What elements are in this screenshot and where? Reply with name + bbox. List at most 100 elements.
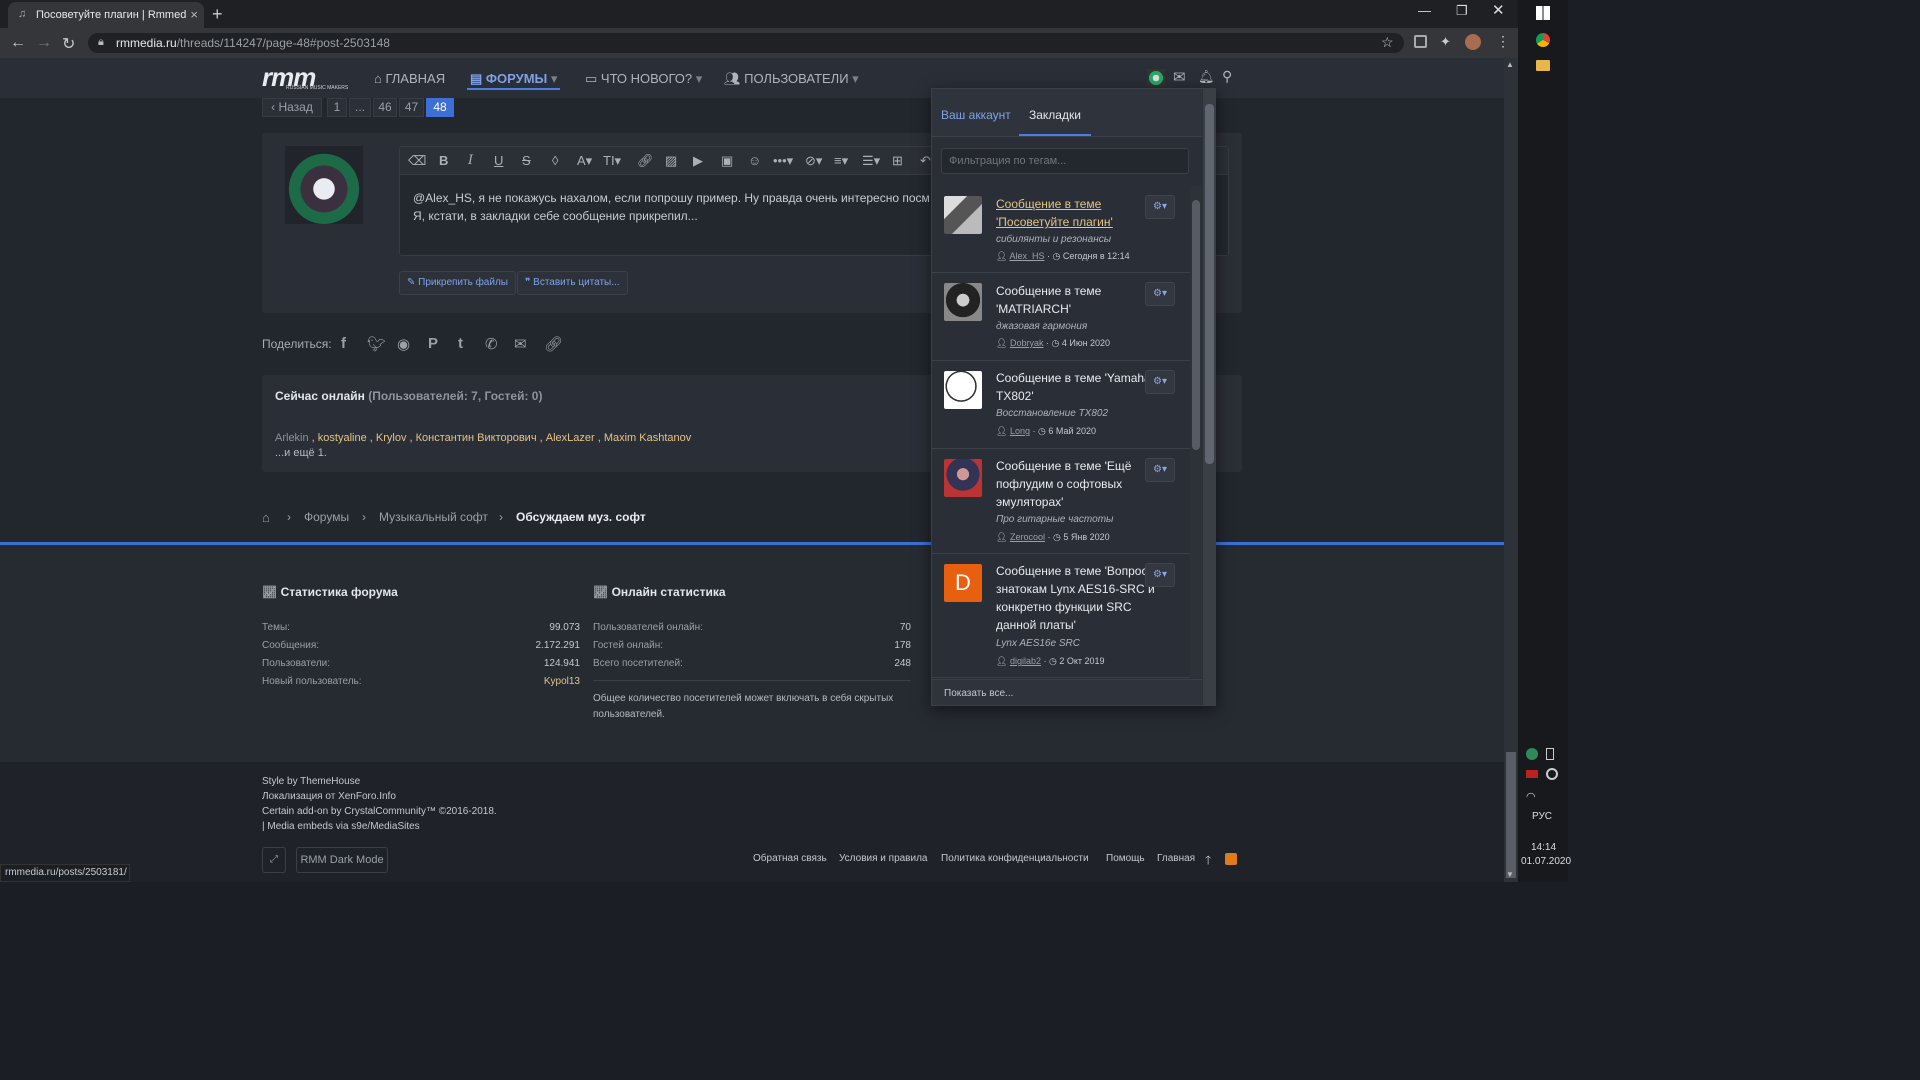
xenforo-info-link[interactable]: XenForo.Info [338,791,396,802]
forward-icon[interactable]: → [36,34,52,52]
scroll-down-icon[interactable]: ▼ [1506,870,1514,879]
media-icon[interactable]: ▣ [721,153,733,169]
page-ellipsis[interactable]: ... [349,98,371,117]
gear-icon[interactable]: ⚙▾ [1145,370,1175,394]
bookmark-avatar[interactable] [944,371,982,409]
italic-icon[interactable]: I [468,153,473,168]
footer-link-home[interactable]: Главная [1157,853,1195,864]
tumblr-icon[interactable]: t [458,335,463,352]
chevron-down-icon[interactable]: ▾ [849,71,859,86]
page-link[interactable]: 47 [399,98,424,117]
bookmark-avatar-letter[interactable]: D [944,564,982,602]
page-link[interactable]: 46 [373,98,397,117]
color-icon[interactable]: ◊ [552,153,558,168]
bookmark-title[interactable]: Сообщение в теме 'Посоветуйте плагин' [996,195,1166,231]
tab-close-icon[interactable]: × [190,7,198,22]
footer-link-privacy[interactable]: Политика конфиденциальности [941,853,1089,864]
bookmark-author[interactable]: Zerocool [1010,532,1045,542]
page-scrollbar-thumb[interactable] [1506,752,1516,878]
online-user[interactable]: Arlekin [275,432,309,444]
email-icon[interactable]: ✉ [514,335,527,353]
nav-forums[interactable]: ▤ ФОРУМЫ ▾ [470,71,557,87]
user-avatar[interactable] [1147,69,1165,87]
style-chooser-button[interactable]: RMM Dark Mode [296,847,388,873]
twitter-icon[interactable]: 🐦︎ [367,335,386,353]
search-icon[interactable]: ⚲ [1222,68,1232,85]
bookmark-title[interactable]: Сообщение в теме 'Yamaha TX802' [996,369,1166,405]
restore-button[interactable]: ❐ [1456,3,1468,19]
breadcrumb-music-soft[interactable]: Музыкальный софт [379,510,488,524]
link-icon[interactable]: 🔗︎ [637,153,654,169]
online-user[interactable]: Константин Викторович [416,432,537,444]
bookmarks-scrollbar-thumb[interactable] [1192,200,1200,450]
hide-icon[interactable]: ⊘▾ [805,153,822,169]
show-all-link[interactable]: Показать все... [932,679,1202,705]
font-size-icon[interactable]: TI▾ [603,153,621,169]
more-icon[interactable]: •••▾ [773,153,793,169]
tray-battery-icon[interactable] [1546,748,1554,760]
bookmark-avatar[interactable] [944,196,982,234]
tray-time[interactable]: 14:14 [1531,842,1556,853]
address-url[interactable]: rmmedia.ru/threads/114247/page-48#post-2… [116,36,390,50]
browser-tab[interactable]: ♫ Посоветуйте плагин | Rmmedia. × [8,2,204,28]
insert-quotes-button[interactable]: ❞ Вставить цитаты... [517,271,628,295]
footer-link-terms[interactable]: Условия и правила [839,853,927,864]
puzzle-icon[interactable]: ✦ [1440,34,1451,50]
profile-avatar[interactable] [1465,34,1481,50]
video-icon[interactable]: ▶ [693,153,703,169]
footer-media-credit[interactable]: | Media embeds via s9e/MediaSites [262,821,420,832]
nav-whats-new[interactable]: ▭ ЧТО НОВОГО? ▾ [585,71,702,87]
tray-wifi-icon[interactable]: ◠ [1526,790,1536,803]
bookmark-title[interactable]: Сообщение в теме 'Ещё пофлудим о софтовы… [996,457,1166,511]
online-user[interactable]: Maxim Kashtanov [604,432,691,444]
align-icon[interactable]: ≡▾ [834,153,848,169]
font-icon[interactable]: A▾ [577,153,592,169]
minimize-button[interactable]: — [1418,3,1431,18]
scroll-up-icon[interactable]: ▲ [1506,60,1514,69]
facebook-icon[interactable]: f [341,335,346,352]
gear-icon[interactable]: ⚙▾ [1145,195,1175,219]
bookmark-item[interactable]: Сообщение в теме 'Посоветуйте плагин' си… [932,186,1190,273]
rss-icon[interactable] [1225,853,1237,865]
bookmark-avatar[interactable] [944,283,982,321]
bookmark-avatar[interactable] [944,459,982,497]
online-title[interactable]: Сейчас онлайн (Пользователей: 7, Гостей:… [275,389,542,403]
bookmark-title[interactable]: Сообщение в теме 'Вопрос знатокам Lynx A… [996,562,1166,634]
nav-home[interactable]: ⌂ ГЛАВНАЯ [374,71,445,86]
underline-icon[interactable]: U [494,153,503,168]
gear-icon[interactable]: ⚙▾ [1145,282,1175,306]
window-close-button[interactable]: ✕ [1492,1,1505,19]
bookmark-item[interactable]: D Сообщение в теме 'Вопрос знатокам Lynx… [932,554,1190,678]
online-user[interactable]: Krylov [376,432,407,444]
eraser-icon[interactable]: ⌫ [408,153,426,169]
pagination-back-button[interactable]: ‹ Назад [262,98,322,117]
popup-scrollbar-thumb[interactable] [1205,104,1214,464]
tab-bookmarks[interactable]: Закладки [1029,108,1081,122]
bell-icon[interactable]: 🔔︎ [1198,69,1215,85]
bookmark-author[interactable]: Dobryak [1010,338,1044,348]
breadcrumb-current[interactable]: Обсуждаем муз. софт [516,510,646,524]
table-icon[interactable]: ⊞ [892,153,903,169]
chevron-down-icon[interactable]: ▾ [547,71,558,86]
bookmark-title[interactable]: Сообщение в теме 'MATRIARCH' [996,282,1166,318]
gear-icon[interactable]: ⚙▾ [1145,458,1175,482]
smilie-icon[interactable]: ☺ [748,153,761,168]
page-current[interactable]: 48 [426,98,454,117]
tray-language[interactable]: РУС [1532,811,1552,822]
bookmark-item[interactable]: Сообщение в теме 'Yamaha TX802' Восстано… [932,361,1190,449]
bold-icon[interactable]: B [439,153,448,168]
gear-icon[interactable]: ⚙▾ [1145,563,1175,587]
new-tab-button[interactable]: + [212,4,223,25]
tray-date[interactable]: 01.07.2020 [1521,856,1571,867]
tag-filter-input[interactable] [941,148,1189,174]
link-icon[interactable]: 🔗︎ [544,335,563,353]
online-more[interactable]: ...и ещё 1. [275,447,327,459]
footer-addon-credit[interactable]: Certain add-on by CrystalCommunity™ ©201… [262,806,497,817]
pinterest-icon[interactable]: P [428,335,438,352]
expand-width-icon[interactable]: ⤢ [262,847,286,873]
bookmark-author[interactable]: Long [1010,426,1030,436]
extension-icon[interactable] [1414,35,1427,48]
reload-icon[interactable]: ↻ [62,34,75,54]
strike-icon[interactable]: S [522,153,531,168]
image-icon[interactable]: ▨ [665,153,677,169]
